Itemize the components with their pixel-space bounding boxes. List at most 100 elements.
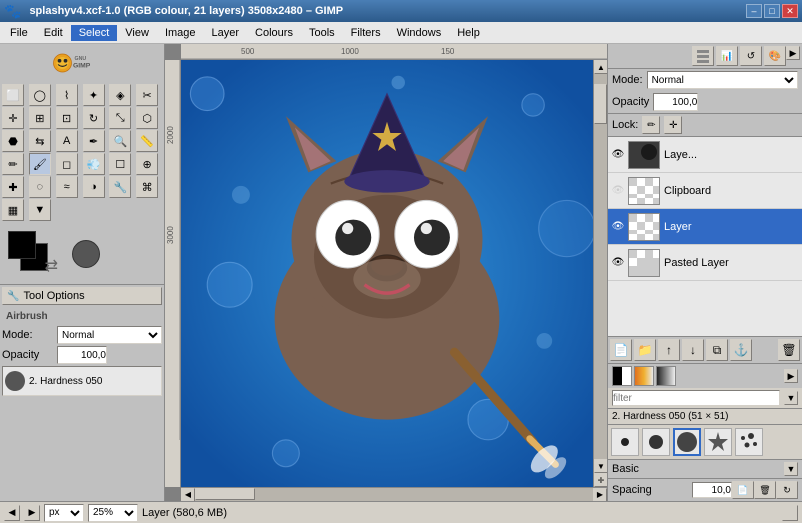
select-by-color-tool-button[interactable]: ◈: [109, 84, 131, 106]
airbrush-tool-button[interactable]: 💨: [83, 153, 105, 175]
heal-tool-button[interactable]: ✚: [2, 176, 24, 198]
scissors-tool-button[interactable]: ✂: [136, 84, 158, 106]
menu-item-view[interactable]: View: [117, 25, 157, 41]
flip-tool-button[interactable]: ⇆: [29, 130, 51, 152]
new-brush-button[interactable]: 📄: [732, 481, 754, 499]
refresh-brush-button[interactable]: ↻: [776, 481, 798, 499]
menu-item-tools[interactable]: Tools: [301, 25, 343, 41]
transform-tool-button[interactable]: 🔧: [109, 176, 131, 198]
scroll-down-button[interactable]: ▼: [594, 459, 607, 473]
brushes-expand-button[interactable]: ▶: [784, 369, 798, 383]
smudge-tool-button[interactable]: ≈: [56, 176, 78, 198]
perspective-tool-button[interactable]: ⬣: [2, 130, 24, 152]
menu-item-windows[interactable]: Windows: [389, 25, 450, 41]
menu-item-edit[interactable]: Edit: [36, 25, 71, 41]
close-button[interactable]: ✕: [782, 4, 798, 18]
brush-filter-input[interactable]: [612, 390, 780, 406]
crop-tool-button[interactable]: ⊡: [56, 107, 78, 129]
spacing-input[interactable]: [692, 482, 732, 498]
layer-item-active[interactable]: 👁: [608, 209, 802, 245]
brush-item-3[interactable]: [673, 428, 701, 456]
layer-visibility-clipboard[interactable]: 👁: [610, 183, 626, 199]
eraser-tool-button[interactable]: ◻: [56, 153, 78, 175]
maximize-button[interactable]: □: [764, 4, 780, 18]
rotate-tool-button[interactable]: ↻: [83, 107, 105, 129]
menu-item-layer[interactable]: Layer: [204, 25, 248, 41]
menu-item-filters[interactable]: Filters: [343, 25, 389, 41]
ellipse-select-tool-button[interactable]: ◯: [29, 84, 51, 106]
scroll-corner[interactable]: ✛: [594, 473, 607, 487]
menu-item-file[interactable]: File: [2, 25, 36, 41]
layers-mode-select[interactable]: Normal: [647, 71, 798, 89]
lock-position-button[interactable]: ✛: [664, 116, 682, 134]
gradient-tool-button[interactable]: ▦: [2, 199, 24, 221]
brush-item-2[interactable]: [642, 428, 670, 456]
layers-opacity-input[interactable]: [653, 93, 698, 111]
scroll-thumb-v[interactable]: [594, 84, 607, 124]
layer-visibility-1[interactable]: 👁: [610, 147, 626, 163]
delete-brush-button[interactable]: 🗑: [754, 481, 776, 499]
brush-item-1[interactable]: [611, 428, 639, 456]
measure-tool-button[interactable]: 📏: [136, 130, 158, 152]
layer-visibility-active[interactable]: 👁: [610, 219, 626, 235]
tool-options-header[interactable]: 🔧 Tool Options: [2, 287, 162, 305]
gradient-swatch[interactable]: [634, 366, 654, 386]
align-tool-button[interactable]: ⊞: [29, 107, 51, 129]
free-select-tool-button[interactable]: ⌇: [56, 84, 78, 106]
magnify-tool-button[interactable]: 🔍: [109, 130, 131, 152]
lock-pixels-button[interactable]: ✏: [642, 116, 660, 134]
unit-select[interactable]: px mm in: [44, 504, 84, 522]
menu-item-select[interactable]: Select: [71, 25, 118, 41]
black-white-swatch[interactable]: [612, 366, 632, 386]
brush-item-5[interactable]: [735, 428, 763, 456]
swap-colors-icon[interactable]: ⇄: [45, 256, 58, 276]
layer-visibility-pasted[interactable]: 👁: [610, 255, 626, 271]
text-tool-button[interactable]: A: [56, 130, 78, 152]
scroll-track-h[interactable]: [195, 488, 593, 502]
raise-layer-button[interactable]: ↑: [658, 339, 680, 361]
brush-item-4[interactable]: [704, 428, 732, 456]
color-picker-tool-button[interactable]: ✒: [83, 130, 105, 152]
new-layer-button[interactable]: 📄: [610, 339, 632, 361]
scale-tool-button[interactable]: ⤡: [109, 107, 131, 129]
histogram-tab[interactable]: 📊: [716, 46, 738, 66]
scroll-thumb-h[interactable]: [195, 488, 255, 500]
color-tab[interactable]: 🎨: [764, 46, 786, 66]
layer-item-pasted[interactable]: 👁 Pasted Layer: [608, 245, 802, 281]
opacity-option-input[interactable]: [57, 346, 107, 364]
horizontal-scrollbar[interactable]: ◀ ▶: [181, 487, 607, 501]
scroll-left-button[interactable]: ◀: [181, 488, 195, 502]
fuzzy-select-tool-button[interactable]: ✦: [83, 84, 105, 106]
menu-item-help[interactable]: Help: [449, 25, 488, 41]
duplicate-layer-button[interactable]: ⧉: [706, 339, 728, 361]
layers-channels-tab[interactable]: [692, 46, 714, 66]
bucket-fill-tool-button[interactable]: ▼: [29, 199, 51, 221]
brush-filter-expand[interactable]: ▼: [784, 391, 798, 405]
zoom-select[interactable]: 25% 50% 100%: [88, 504, 138, 522]
vertical-scrollbar[interactable]: ▲ ▼ ✛: [593, 60, 607, 487]
layer-item-1[interactable]: 👁 Laye...: [608, 137, 802, 173]
move-tool-button[interactable]: ✛: [2, 107, 24, 129]
minimize-button[interactable]: –: [746, 4, 762, 18]
path-tool-button[interactable]: ⌘: [136, 176, 158, 198]
undo-tab[interactable]: ↺: [740, 46, 762, 66]
panel-expand-button[interactable]: ▶: [786, 46, 800, 60]
brush-category-expand[interactable]: ▼: [784, 462, 798, 476]
gray-swatch[interactable]: [656, 366, 676, 386]
ink-tool-button[interactable]: ☐: [109, 153, 131, 175]
foreground-color-swatch[interactable]: [8, 231, 36, 259]
status-corner-button[interactable]: [782, 505, 798, 521]
new-layer-group-button[interactable]: 📁: [634, 339, 656, 361]
status-nav-right[interactable]: ▶: [24, 505, 40, 521]
mode-select[interactable]: Normal: [57, 326, 162, 344]
layer-item-clipboard[interactable]: 👁: [608, 173, 802, 209]
delete-layer-button[interactable]: 🗑: [778, 339, 800, 361]
rect-select-tool-button[interactable]: ⬜: [2, 84, 24, 106]
lower-layer-button[interactable]: ↓: [682, 339, 704, 361]
scroll-right-button[interactable]: ▶: [593, 488, 607, 502]
pencil-tool-button[interactable]: ✏: [2, 153, 24, 175]
scroll-up-button[interactable]: ▲: [594, 60, 607, 74]
status-nav-left[interactable]: ◀: [4, 505, 20, 521]
blur-tool-button[interactable]: ◌: [29, 176, 51, 198]
menu-item-image[interactable]: Image: [157, 25, 204, 41]
